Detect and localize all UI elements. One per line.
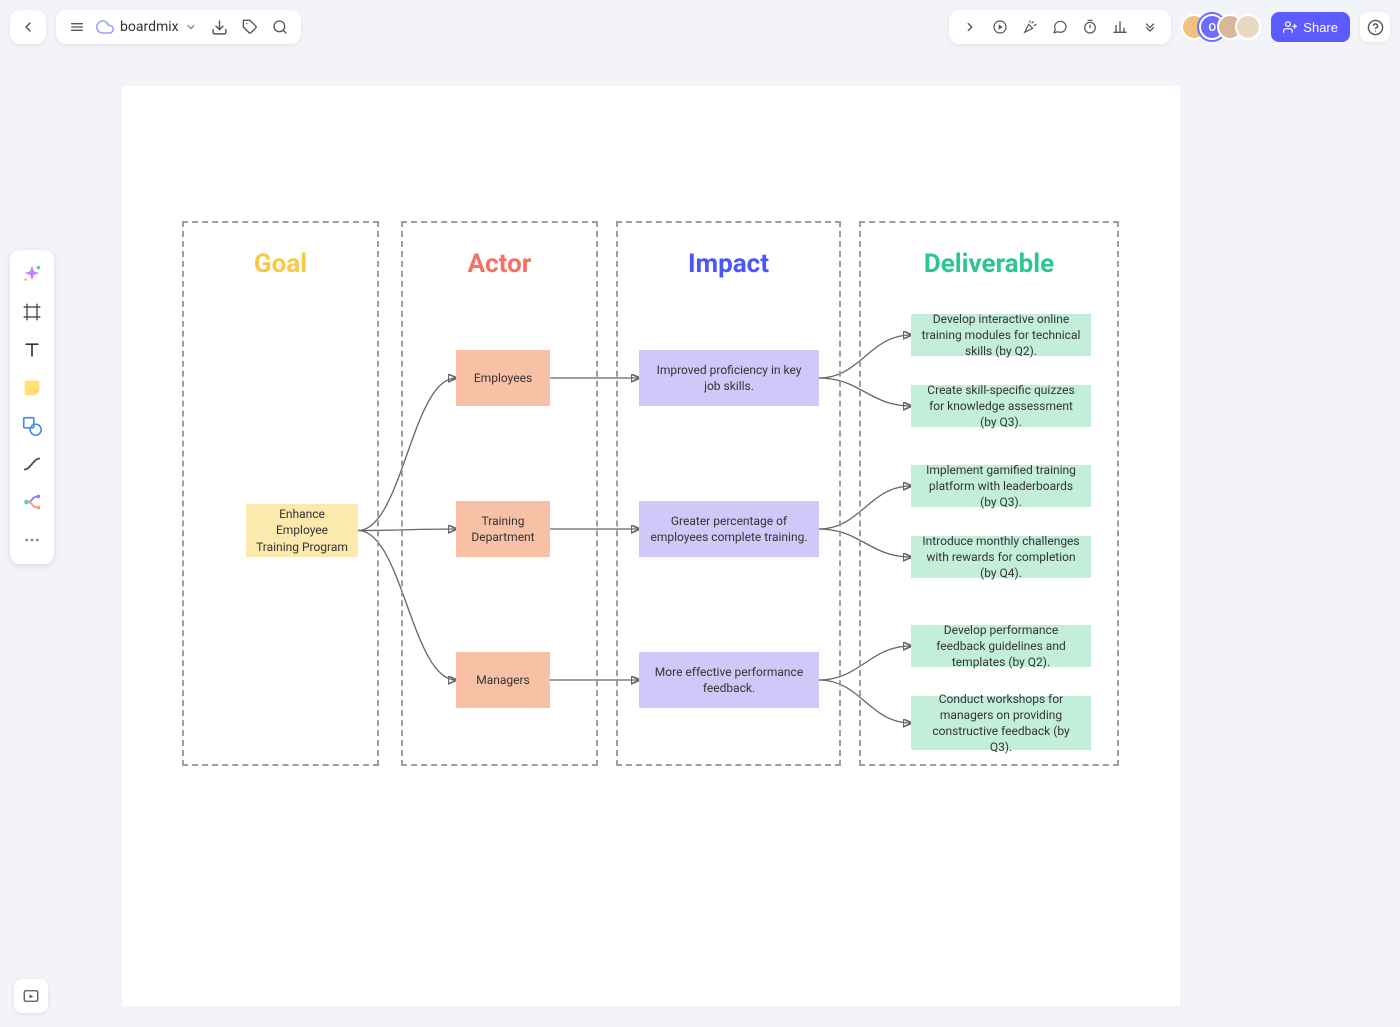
tag-button[interactable]: [235, 12, 265, 42]
chat-icon: [1052, 19, 1068, 35]
node-actor_2[interactable]: Training Department: [456, 501, 550, 557]
node-del_3[interactable]: Implement gamified training platform wit…: [911, 465, 1091, 507]
menu-button[interactable]: [62, 12, 92, 42]
avatar-stack[interactable]: O: [1181, 14, 1261, 40]
text-icon: [22, 340, 42, 360]
chevron-down-icon: [185, 21, 197, 33]
ai-icon: [21, 263, 43, 285]
back-button-container: [10, 10, 46, 44]
celebrate-button[interactable]: [1015, 12, 1045, 42]
search-button[interactable]: [265, 12, 295, 42]
node-del_5[interactable]: Develop performance feedback guidelines …: [911, 625, 1091, 667]
avatar[interactable]: [1235, 14, 1261, 40]
doc-pill: boardmix: [56, 10, 301, 44]
node-actor_1[interactable]: Employees: [456, 350, 550, 406]
node-impact_3[interactable]: More effective performance feedback.: [639, 652, 819, 708]
column-title-actor: Actor: [403, 249, 596, 279]
tool-frame[interactable]: [14, 294, 50, 330]
mindmap-icon: [21, 491, 43, 513]
node-del_1[interactable]: Develop interactive online training modu…: [911, 314, 1091, 356]
cloud-icon: [96, 18, 114, 36]
tag-icon: [242, 19, 258, 35]
tool-text[interactable]: [14, 332, 50, 368]
play-icon: [992, 19, 1008, 35]
topbar-right: O Share: [949, 10, 1390, 44]
node-del_4[interactable]: Introduce monthly challenges with reward…: [911, 536, 1091, 578]
column-title-goal: Goal: [184, 249, 377, 279]
connector-icon: [21, 453, 43, 475]
node-goal[interactable]: Enhance Employee Training Program: [246, 504, 358, 557]
node-del_2[interactable]: Create skill-specific quizzes for knowle…: [911, 385, 1091, 427]
chevrons-down-icon: [1143, 20, 1157, 34]
node-impact_1[interactable]: Improved proficiency in key job skills.: [639, 350, 819, 406]
node-del_6[interactable]: Conduct workshops for managers on provid…: [911, 696, 1091, 750]
canvas[interactable]: Goal Actor Impact Deliverable Enhance Employ…: [122, 86, 1180, 1006]
vote-button[interactable]: [1105, 12, 1135, 42]
doc-title-text: boardmix: [120, 19, 179, 35]
search-icon: [272, 19, 288, 35]
minimap-button[interactable]: [14, 979, 48, 1013]
download-button[interactable]: [205, 12, 235, 42]
play-button[interactable]: [985, 12, 1015, 42]
chevron-left-icon: [20, 19, 36, 35]
chevron-right-icon: [963, 20, 977, 34]
column-frame-goal[interactable]: Goal: [182, 221, 379, 766]
help-icon: [1367, 19, 1384, 36]
download-icon: [211, 19, 228, 36]
node-impact_2[interactable]: Greater percentage of employees complete…: [639, 501, 819, 557]
node-actor_3[interactable]: Managers: [456, 652, 550, 708]
sparkle-icon: [1022, 19, 1038, 35]
more-tools-button[interactable]: [1135, 12, 1165, 42]
back-button[interactable]: [13, 12, 43, 42]
tool-sticky[interactable]: [14, 370, 50, 406]
tool-connector[interactable]: [14, 446, 50, 482]
topbar-left: boardmix: [10, 10, 301, 44]
user-plus-icon: [1283, 20, 1297, 34]
shapes-icon: [21, 415, 43, 437]
tool-more[interactable]: [14, 522, 50, 558]
timer-button[interactable]: [1075, 12, 1105, 42]
column-title-impact: Impact: [618, 249, 839, 279]
doc-title-dropdown[interactable]: boardmix: [92, 18, 205, 36]
tool-shape[interactable]: [14, 408, 50, 444]
sticky-note-icon: [21, 377, 43, 399]
comment-button[interactable]: [1045, 12, 1075, 42]
frame-icon: [22, 302, 42, 322]
column-title-deliverable: Deliverable: [861, 249, 1117, 279]
help-button[interactable]: [1360, 12, 1390, 42]
topbar: boardmix: [10, 10, 1390, 44]
share-button[interactable]: Share: [1271, 12, 1350, 42]
chart-icon: [1112, 19, 1128, 35]
tool-ai[interactable]: [14, 256, 50, 292]
tool-mindmap[interactable]: [14, 484, 50, 520]
expand-button[interactable]: [955, 12, 985, 42]
dots-icon: [23, 531, 41, 549]
side-toolbar: [10, 250, 54, 564]
minimap-icon: [22, 987, 40, 1005]
timer-icon: [1082, 19, 1098, 35]
right-tools-pill: [949, 10, 1171, 44]
share-button-label: Share: [1303, 20, 1338, 35]
menu-icon: [69, 19, 85, 35]
